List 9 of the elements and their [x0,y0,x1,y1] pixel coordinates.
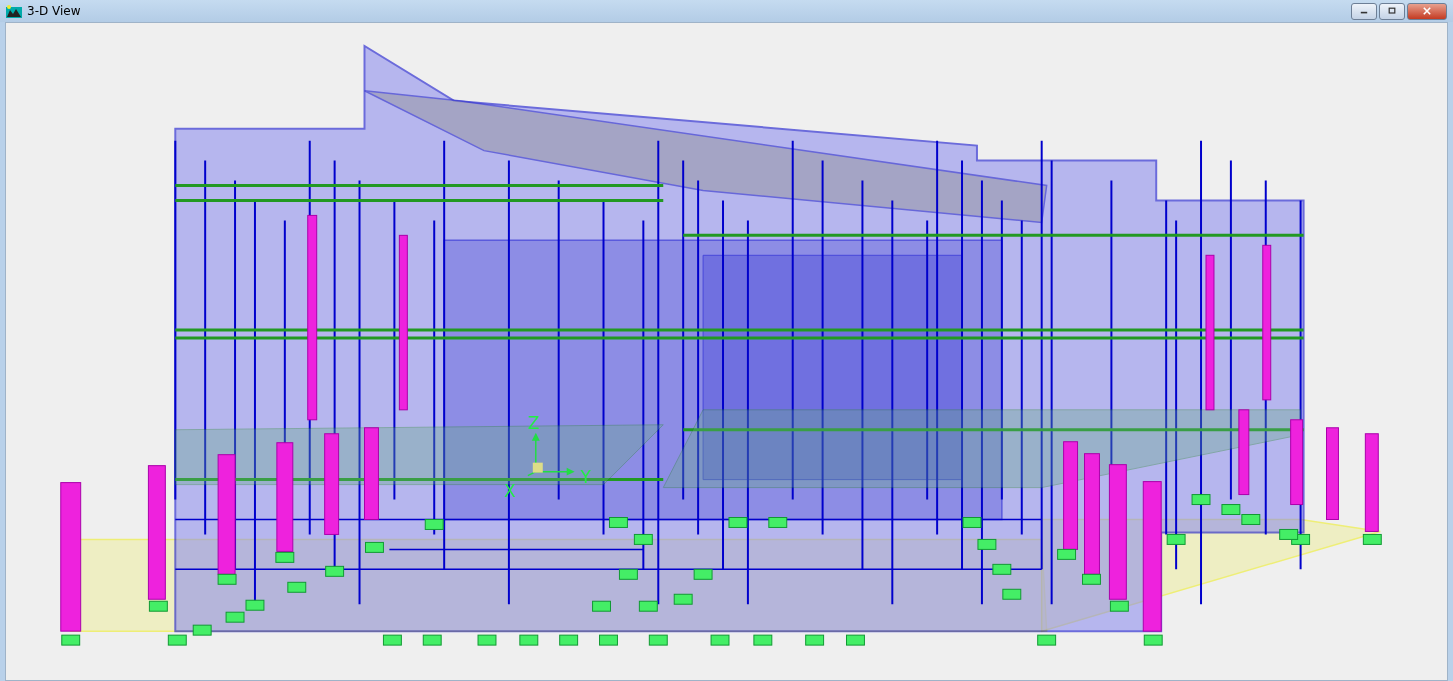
maximize-button[interactable] [1379,2,1405,20]
close-icon [1422,7,1432,15]
minimize-button[interactable] [1351,2,1377,20]
close-button[interactable] [1407,2,1447,20]
maximize-icon [1387,7,1397,15]
z-axis-label: Z [527,412,540,433]
axis-arrows-icon [527,432,575,477]
window-title: 3-D View [27,4,81,18]
app-icon [6,4,22,18]
